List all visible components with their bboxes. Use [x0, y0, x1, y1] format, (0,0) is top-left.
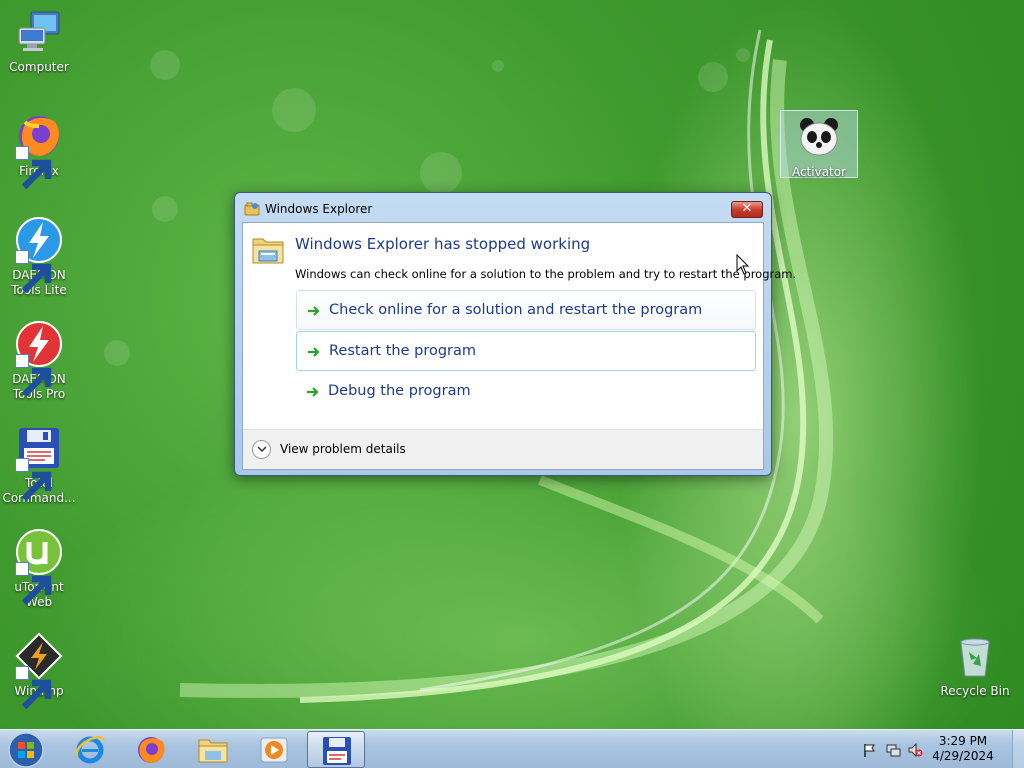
debug-program-button[interactable]: Debug the program	[296, 372, 756, 412]
desktop-icon-label: Activator	[791, 165, 847, 179]
bokeh-dot	[104, 340, 130, 366]
desktop-icon-computer[interactable]: Computer	[0, 8, 78, 75]
folder-explorer-icon	[252, 238, 284, 264]
restart-program-button[interactable]: Restart the program	[296, 331, 756, 371]
recycle-bin-icon	[960, 638, 990, 677]
shortcut-arrow-icon	[15, 250, 52, 294]
taskbar-total-commander[interactable]	[307, 731, 365, 768]
command-label: Restart the program	[329, 343, 477, 359]
file-explorer-icon	[198, 739, 228, 763]
desktop-icon-winamp[interactable]: Winamp	[0, 632, 78, 710]
computer-icon	[18, 11, 60, 51]
dialog-title: Windows Explorer	[265, 202, 373, 216]
chevron-down-icon	[257, 446, 267, 453]
dialog-footer: View problem details	[243, 429, 763, 469]
clock-date: 4/29/2024	[932, 749, 994, 763]
panda-icon	[800, 118, 838, 156]
network-icon[interactable]	[885, 742, 901, 758]
dialog-heading: Windows Explorer has stopped working	[295, 235, 591, 253]
desktop-icon-recycle-bin[interactable]: Recycle Bin	[936, 632, 1014, 699]
start-orb-icon	[8, 732, 44, 768]
desktop-icon-activator[interactable]: Activator	[780, 110, 858, 179]
expand-details-button[interactable]	[252, 440, 271, 459]
taskbar-firefox[interactable]	[122, 731, 180, 768]
shortcut-arrow-icon	[15, 666, 52, 710]
close-icon: ✕	[741, 201, 753, 216]
bokeh-dot	[152, 196, 178, 222]
mouse-cursor-icon	[736, 254, 750, 275]
start-button[interactable]	[6, 731, 46, 768]
bokeh-dot	[698, 62, 728, 92]
bokeh-dot	[150, 50, 180, 80]
green-arrow-icon	[308, 347, 320, 357]
desktop-icon-label: Recycle Bin	[940, 684, 1010, 698]
shortcut-arrow-icon	[15, 458, 52, 502]
media-player-icon	[260, 737, 288, 763]
desktop-icon-label: Computer	[9, 60, 69, 74]
close-button[interactable]: ✕	[731, 201, 763, 218]
explorer-icon	[244, 202, 260, 216]
desktop-icon-daemon-tools-pro[interactable]: DAEMON Tools Pro	[0, 320, 78, 402]
clock-time: 3:29 PM	[938, 734, 988, 748]
taskbar-file-explorer[interactable]	[184, 731, 242, 768]
shortcut-arrow-icon	[15, 146, 52, 190]
taskbar: 3:29 PM 4/29/2024	[0, 729, 1024, 768]
firefox-icon	[138, 737, 165, 763]
command-label: Check online for a solution and restart …	[329, 302, 703, 318]
taskbar-internet-explorer[interactable]	[61, 731, 119, 768]
action-center-flag-icon[interactable]	[862, 742, 878, 758]
bokeh-dot	[420, 152, 462, 194]
total-commander-icon	[323, 737, 351, 765]
check-online-button[interactable]: Check online for a solution and restart …	[296, 290, 756, 330]
taskbar-media-player[interactable]	[245, 731, 303, 768]
green-arrow-icon	[308, 306, 320, 316]
show-desktop-button[interactable]	[1012, 730, 1024, 768]
command-label: Debug the program	[328, 383, 471, 399]
dialog-content: Windows Explorer has stopped working Win…	[242, 222, 796, 470]
volume-muted-icon[interactable]	[907, 742, 923, 758]
error-dialog: Windows Explorer ✕ Windows Explorer has …	[234, 192, 796, 476]
dialog-titlebar[interactable]: Windows Explorer ✕	[235, 193, 771, 223]
bokeh-dot	[492, 60, 504, 72]
internet-explorer-icon	[75, 736, 106, 764]
taskbar-clock[interactable]: 3:29 PM 4/29/2024	[928, 734, 998, 764]
desktop-icon-firefox[interactable]: Firefox	[0, 112, 78, 190]
shortcut-arrow-icon	[15, 562, 52, 606]
dialog-message: Windows can check online for a solution …	[295, 267, 797, 281]
system-tray: 3:29 PM 4/29/2024	[854, 730, 1024, 768]
desktop-icon-utorrent-web[interactable]: uTorrent Web	[0, 528, 78, 610]
desktop-icon-daemon-tools-lite[interactable]: DAEMON Tools Lite	[0, 216, 78, 298]
green-arrow-icon	[307, 387, 319, 397]
desktop-icon-total-commander[interactable]: Total Command...	[0, 424, 78, 506]
view-problem-details-link[interactable]: View problem details	[280, 442, 406, 456]
bokeh-dot	[736, 48, 750, 62]
shortcut-arrow-icon	[15, 354, 52, 398]
bokeh-dot	[272, 88, 316, 132]
